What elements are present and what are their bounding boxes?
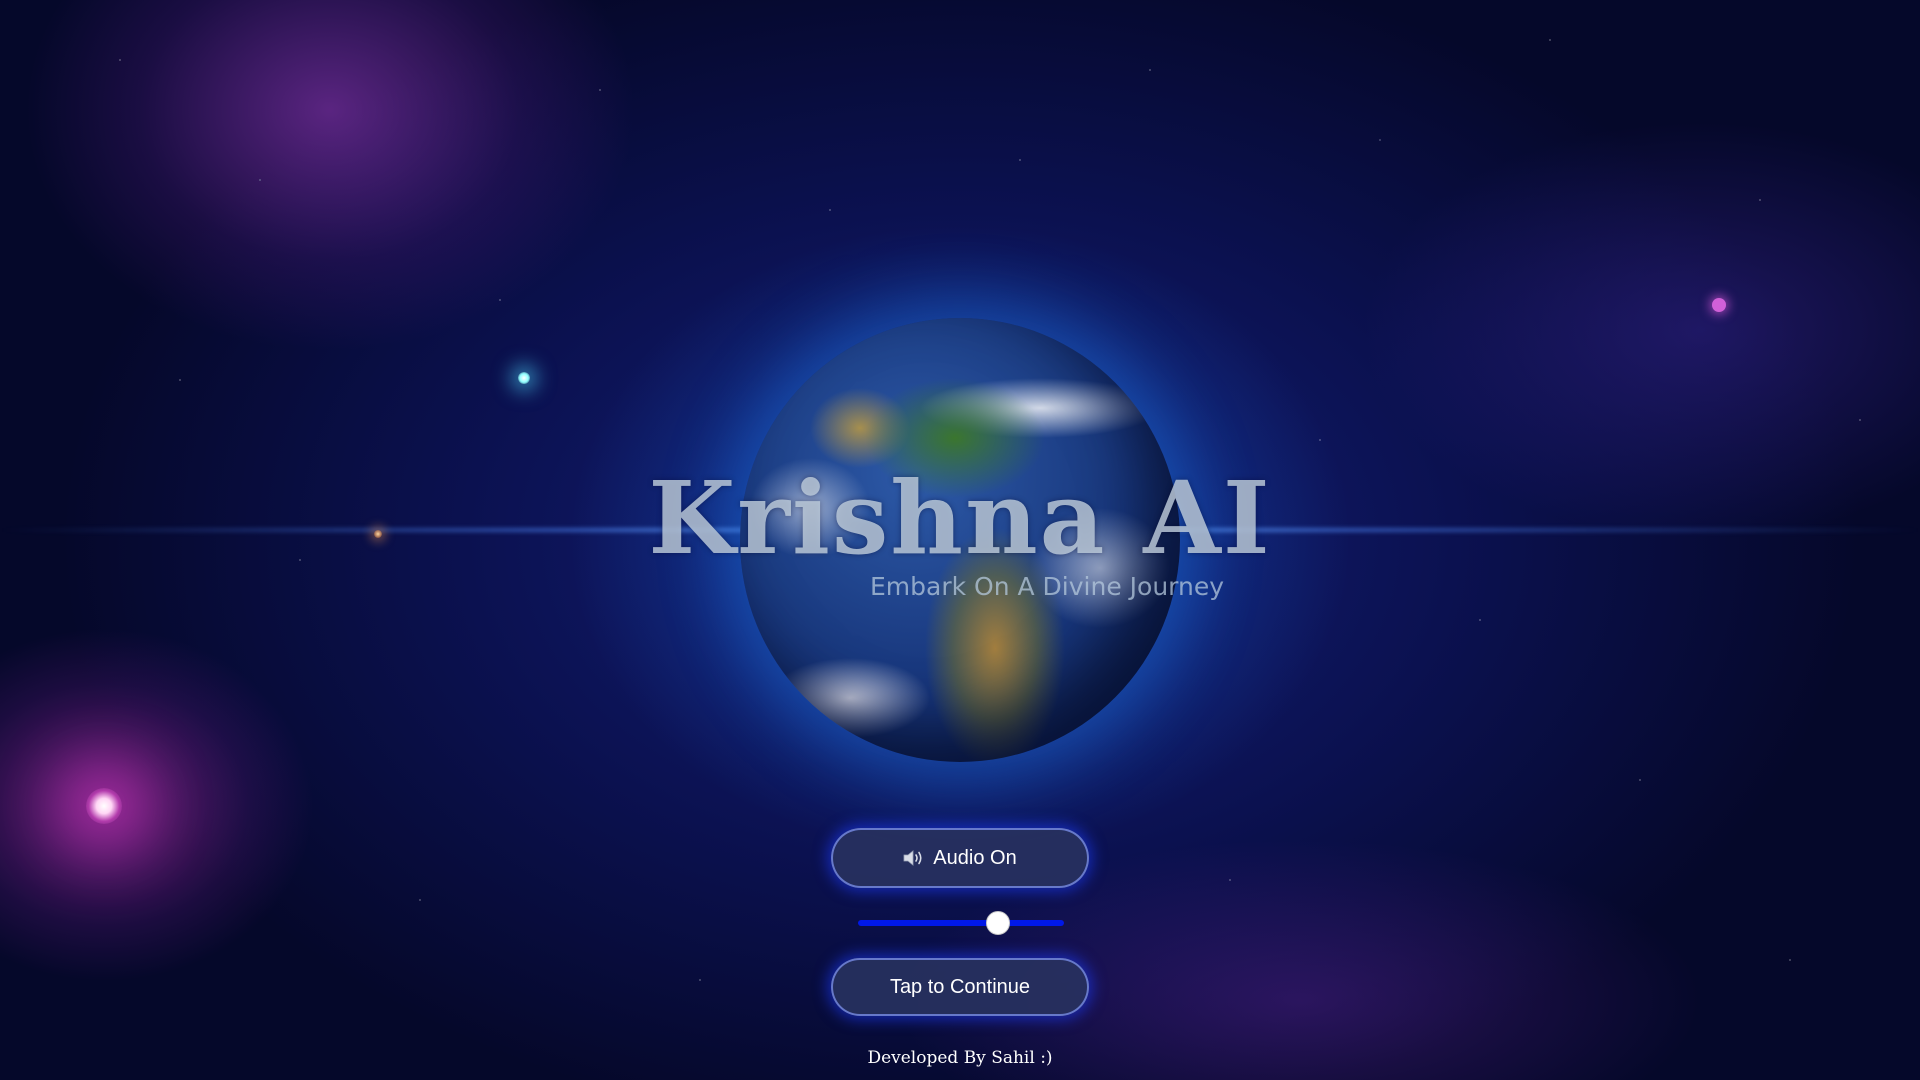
volume-slider-thumb[interactable] bbox=[986, 911, 1011, 935]
audio-toggle-button[interactable]: Audio On bbox=[831, 828, 1089, 888]
volume-slider-track bbox=[858, 920, 1064, 926]
cyan-star-glow bbox=[518, 372, 530, 384]
pink-planet-dot bbox=[1712, 298, 1726, 312]
pink-star-glow bbox=[86, 788, 122, 824]
speaker-icon bbox=[903, 850, 922, 866]
splash-screen: Krishna AI Embark On A Divine Journey Au… bbox=[0, 0, 1920, 1080]
app-subtitle: Embark On A Divine Journey bbox=[870, 572, 1225, 601]
tap-to-continue-label: Tap to Continue bbox=[889, 975, 1031, 998]
tap-to-continue-button[interactable]: Tap to Continue bbox=[831, 958, 1089, 1016]
app-title: Krishna AI bbox=[648, 459, 1272, 577]
audio-toggle-label: Audio On bbox=[933, 846, 1017, 869]
developer-credit: Developed By Sahil :) bbox=[867, 1048, 1053, 1068]
volume-slider[interactable] bbox=[858, 910, 1064, 936]
